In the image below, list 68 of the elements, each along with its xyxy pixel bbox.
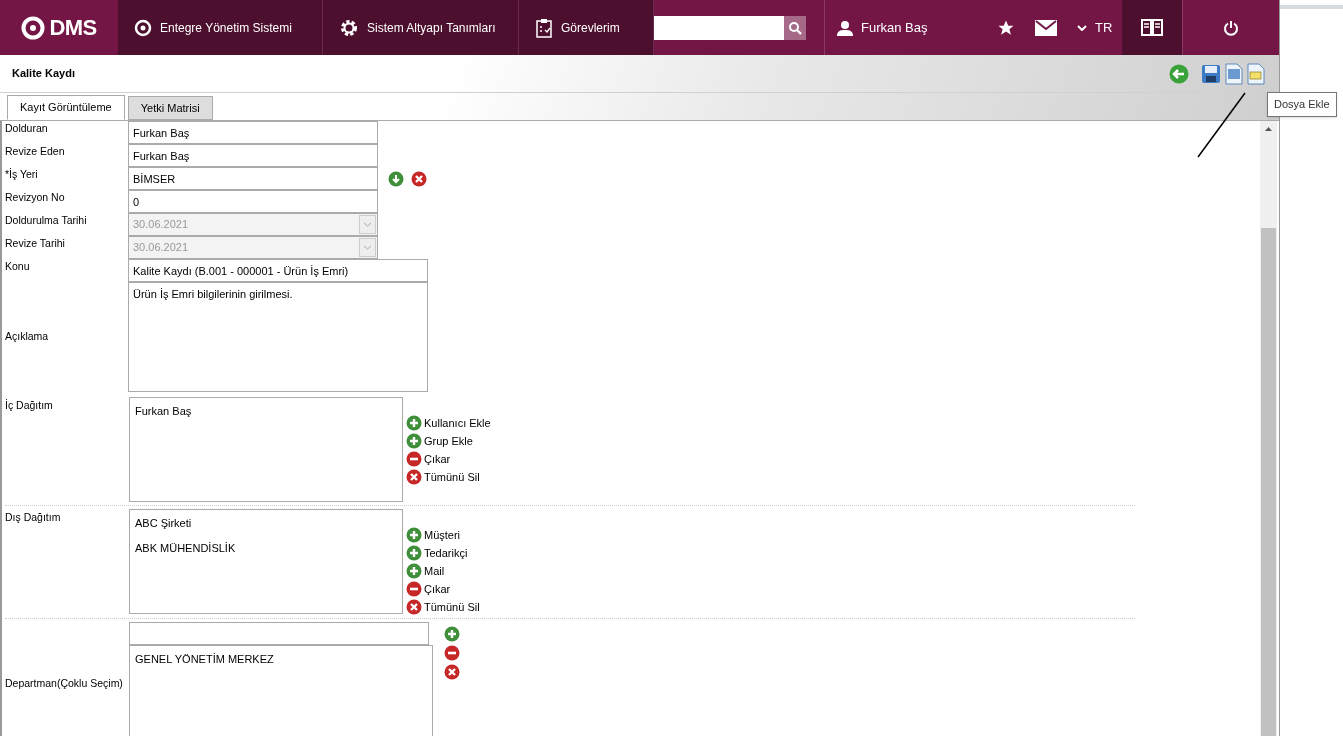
field-label: Konu [5, 259, 31, 274]
close-icon[interactable] [406, 469, 422, 485]
field-label: *İş Yeri [5, 167, 39, 182]
list-item[interactable]: GENEL YÖNETİM MERKEZ [135, 651, 427, 668]
minus-icon[interactable] [406, 581, 422, 597]
search-icon [788, 20, 802, 35]
user-icon [837, 19, 853, 36]
plus-icon[interactable] [406, 545, 422, 561]
text-field[interactable]: 0 [128, 190, 378, 213]
tab[interactable]: Yetki Matrisi [127, 96, 213, 120]
plus-icon[interactable] [406, 563, 422, 579]
close-icon[interactable] [406, 599, 422, 615]
list-box[interactable]: Furkan Baş [129, 397, 403, 502]
list-box[interactable]: GENEL YÖNETİM MERKEZ [129, 645, 433, 736]
text-area[interactable]: Ürün İş Emri bilgilerinin girilmesi. [128, 282, 428, 392]
q-logo-icon [134, 18, 152, 37]
plus-icon[interactable] [406, 433, 422, 449]
text-field[interactable]: Kalite Kaydı (B.001 - 000001 - Ürün İş Emri) [128, 259, 428, 282]
text-field[interactable]: Furkan Baş [128, 144, 378, 167]
plus-icon[interactable] [406, 415, 422, 431]
scrollbar[interactable] [1260, 121, 1277, 736]
tab[interactable]: Kayıt Görüntüleme [7, 95, 125, 120]
search-field[interactable] [654, 15, 784, 40]
action-link[interactable]: Tümünü Sil [406, 599, 480, 615]
field-label: Dış Dağıtım [5, 510, 62, 525]
field-label: Doldurulma Tarihi [5, 213, 88, 228]
field-label: Departman(Çoklu Seçim) [5, 675, 124, 691]
list-item[interactable]: Furkan Baş [135, 403, 397, 420]
save-icon[interactable] [1201, 63, 1221, 84]
action-link[interactable]: Çıkar [406, 451, 491, 467]
chevron-down-icon [1077, 24, 1087, 31]
q-logo-icon [21, 15, 46, 40]
action-link[interactable]: Kullanıcı Ekle [406, 415, 491, 431]
plus-icon[interactable] [406, 527, 422, 543]
action-link[interactable]: Çıkar [406, 581, 480, 597]
clipboard-icon [535, 17, 553, 38]
field-label: Açıklama [5, 329, 50, 345]
language-selector[interactable]: TR [1077, 17, 1113, 38]
leader-line [1197, 92, 1247, 158]
text-field[interactable] [129, 622, 429, 645]
action-link[interactable]: Grup Ekle [406, 433, 491, 449]
minus-icon[interactable] [406, 451, 422, 467]
action-link[interactable]: Müşteri [406, 527, 480, 543]
action-link[interactable]: Tedarikçi [406, 545, 480, 561]
close-icon[interactable] [411, 171, 427, 187]
field-label: Revizyon No [5, 190, 66, 205]
power-icon[interactable] [1223, 19, 1239, 36]
list-item[interactable]: ABK MÜHENDİSLİK [135, 539, 397, 556]
search-button[interactable] [784, 15, 806, 40]
gear-icon [339, 17, 359, 38]
field-label: Revize Eden [5, 144, 66, 159]
tooltip: Dosya Ekle [1267, 92, 1337, 117]
action-link[interactable]: Tümünü Sil [406, 469, 491, 485]
text-field[interactable]: Furkan Baş [128, 121, 378, 144]
field-label: Dolduran [5, 121, 49, 136]
close-icon[interactable] [444, 664, 460, 680]
user-menu[interactable]: Furkan Baş [825, 0, 985, 55]
mail-icon[interactable] [1035, 19, 1057, 36]
field-label: İç Dağıtım [5, 398, 54, 413]
list-item[interactable]: ABC Şirketi [135, 515, 397, 532]
text-field[interactable]: BİMSER [128, 167, 378, 190]
page-title: Kalite Kaydı [12, 66, 75, 82]
logo-text: DMS [49, 14, 97, 42]
plus-icon[interactable] [444, 626, 460, 642]
field-label: Revize Tarihi [5, 236, 66, 251]
minus-icon[interactable] [444, 645, 460, 661]
list-box[interactable]: ABC Şirketi ABK MÜHENDİSLİK [129, 509, 403, 614]
action-link[interactable]: Mail [406, 563, 480, 579]
